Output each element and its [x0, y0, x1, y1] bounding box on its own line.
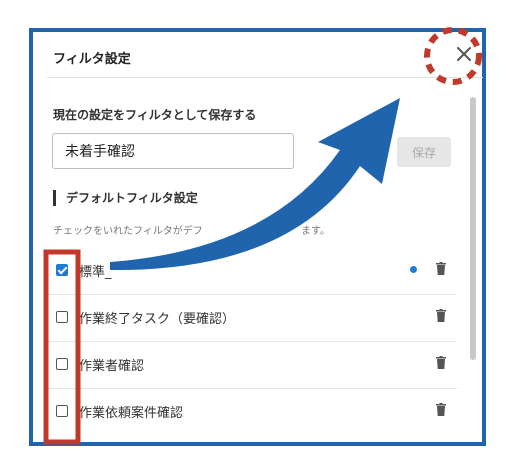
- trash-icon[interactable]: [436, 262, 446, 275]
- close-icon[interactable]: [452, 42, 476, 66]
- filter-row-1[interactable]: 作業終了タスク（要確認）: [47, 295, 457, 342]
- default-filter-help-text: チェックをいれたフィルタがデフ ます。: [53, 222, 330, 237]
- filter-row-2[interactable]: 作業者確認: [47, 342, 457, 389]
- help-text-tail: ます。: [301, 226, 330, 237]
- filter-checkbox-3[interactable]: [56, 405, 68, 417]
- filter-label-0: 標準_: [79, 265, 112, 280]
- filter-row-0[interactable]: 標準_: [47, 248, 457, 295]
- save-section-title: 現在の設定をフィルタとして保存する: [53, 108, 257, 122]
- filter-label-2: 作業者確認: [79, 359, 145, 374]
- trash-icon[interactable]: [436, 403, 446, 416]
- trash-icon[interactable]: [436, 309, 446, 322]
- filter-label-3: 作業依頼案件確認: [79, 406, 184, 421]
- dialog-title: フィルタ設定: [53, 52, 131, 67]
- filter-checkbox-1[interactable]: [56, 311, 68, 323]
- filter-label-1: 作業終了タスク（要確認）: [79, 312, 236, 327]
- scrollbar[interactable]: [470, 97, 476, 360]
- dialog-header: フィルタ設定: [47, 38, 483, 78]
- default-indicator-dot: [410, 266, 417, 273]
- filter-checkbox-2[interactable]: [56, 358, 68, 370]
- trash-icon[interactable]: [436, 356, 446, 369]
- help-text-visible: チェックをいれたフィルタがデフ: [53, 226, 203, 237]
- filter-row-3[interactable]: 作業依頼案件確認: [47, 389, 457, 436]
- filter-checkbox-0[interactable]: [56, 264, 68, 276]
- save-button[interactable]: 保存: [397, 137, 451, 167]
- filter-list: 標準_ 作業終了タスク（要確認） 作業者確認 作業依頼案件確認: [47, 248, 457, 436]
- filter-name-input[interactable]: [52, 133, 294, 169]
- default-filter-heading: デフォルトフィルタ設定: [53, 190, 198, 206]
